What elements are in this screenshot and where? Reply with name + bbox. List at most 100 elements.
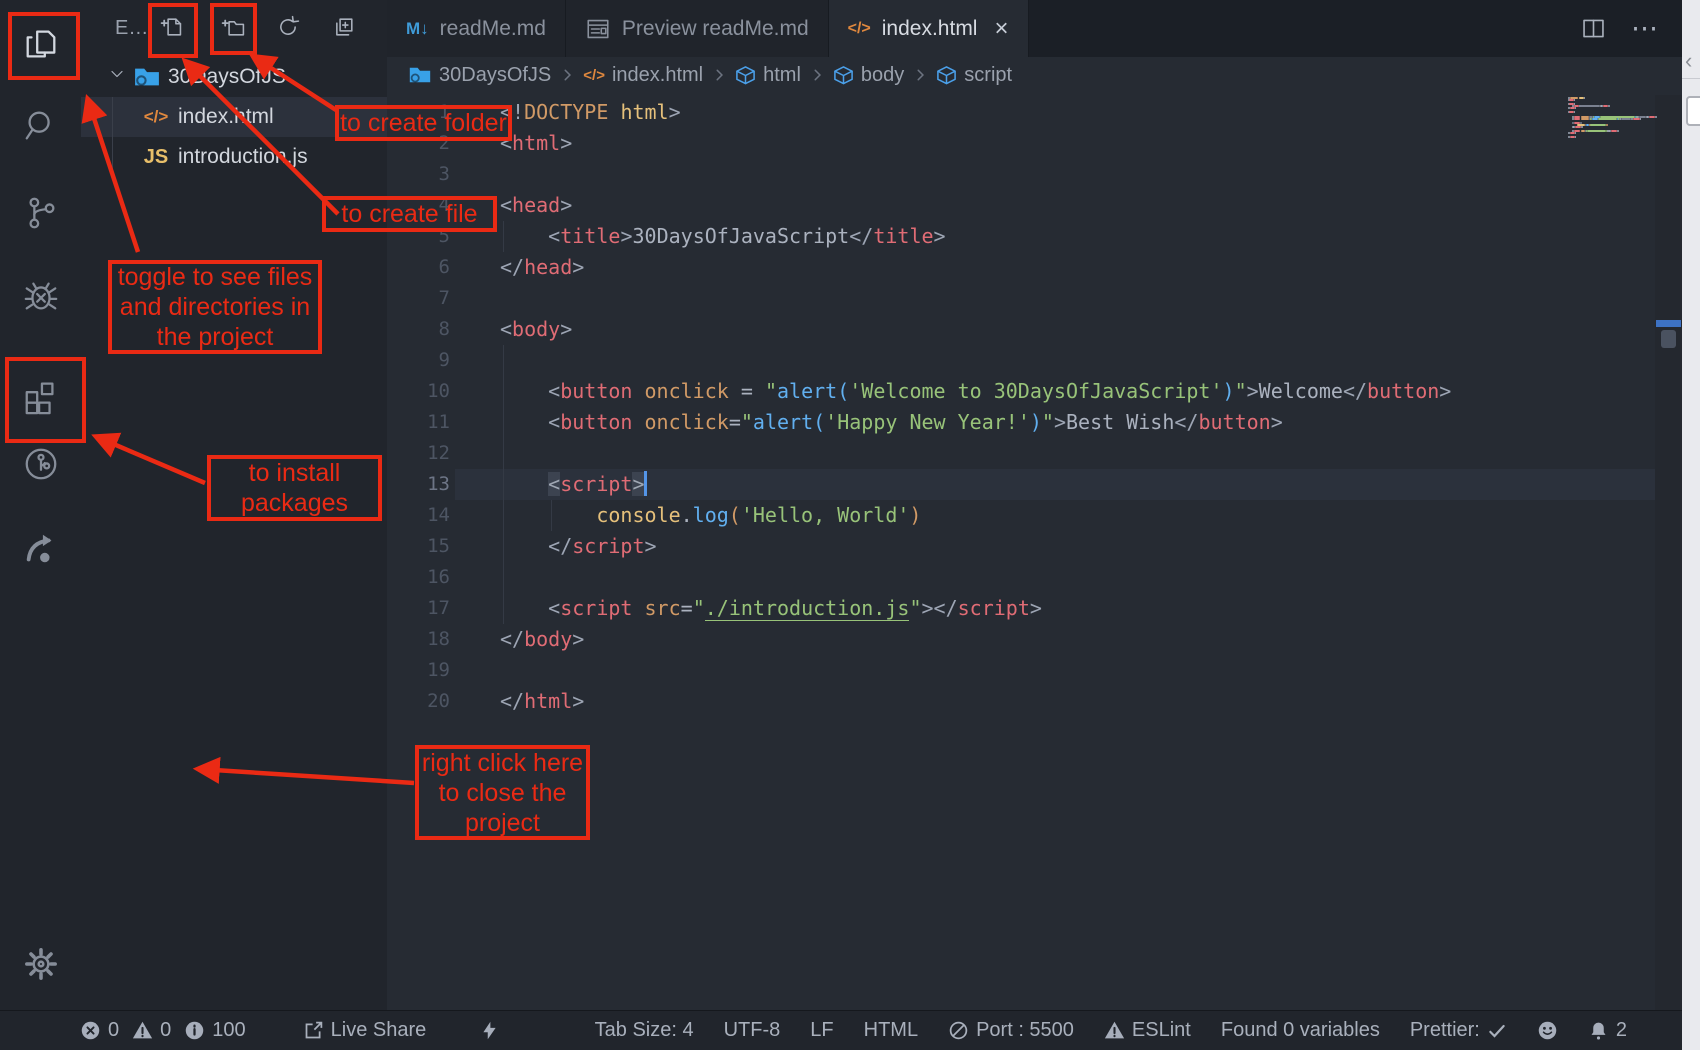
code-line-1[interactable]: 1<!DOCTYPE html> xyxy=(387,97,1682,128)
tree-item-label: introduction.js xyxy=(178,145,308,169)
code-line-8[interactable]: 8<body> xyxy=(387,314,1682,345)
activity-item-debug[interactable] xyxy=(0,263,81,333)
code-text: <head> xyxy=(500,190,572,221)
explorer-title: E… xyxy=(115,17,148,40)
code-line-5[interactable]: 5 <title>30DaysOfJavaScript</title> xyxy=(387,221,1682,252)
code-editor[interactable]: 1<!DOCTYPE html>2 <html>34<head>5 <title>… xyxy=(387,93,1682,1010)
code-line-16[interactable]: 16 xyxy=(387,562,1682,593)
breadcrumb-label: html xyxy=(763,64,801,87)
code-line-2[interactable]: 2 <html> xyxy=(387,128,1682,159)
status-item-smiley[interactable] xyxy=(1537,1020,1558,1041)
minimap-line xyxy=(1655,116,1657,118)
line-number: 13 xyxy=(387,469,450,500)
split-editor-icon[interactable] xyxy=(1580,15,1607,42)
minimap-line xyxy=(1574,111,1576,113)
chevron-down-icon xyxy=(107,64,127,90)
tab-index.html[interactable]: </>index.html× xyxy=(829,0,1029,57)
tree-item-index.html[interactable]: </>index.html xyxy=(81,97,387,137)
tab-bar-spacer xyxy=(1029,0,1581,57)
code-line-4[interactable]: 4<head> xyxy=(387,190,1682,221)
status-item-label: HTML xyxy=(864,1019,918,1042)
status-item-label: Prettier: xyxy=(1410,1019,1480,1042)
smiley-icon xyxy=(1537,1020,1558,1041)
status-item-lf[interactable]: LF xyxy=(810,1019,833,1042)
code-line-6[interactable]: 6</head> xyxy=(387,252,1682,283)
status-item-100[interactable]: 100 xyxy=(184,1019,245,1042)
status-item-lightning[interactable] xyxy=(479,1020,500,1041)
breadcrumb-separator xyxy=(712,68,726,82)
code-line-10[interactable]: 10 <button onclick = "alert('Welcome to … xyxy=(387,376,1682,407)
check-icon xyxy=(1487,1021,1507,1041)
line-number: 2 xyxy=(387,128,450,159)
code-line-17[interactable]: 17 <script src="./introduction.js"></scr… xyxy=(387,593,1682,624)
code-line-18[interactable]: 18</body> xyxy=(387,624,1682,655)
status-item-0[interactable]: 0 xyxy=(132,1019,171,1042)
breadcrumb-item-body[interactable]: body xyxy=(833,64,904,87)
code-line-20[interactable]: 20 </html> xyxy=(387,686,1682,717)
breadcrumb-item-script[interactable]: script xyxy=(936,64,1012,87)
line-number: 11 xyxy=(387,407,450,438)
activity-item-source-control[interactable] xyxy=(0,180,81,250)
activity-item-search[interactable] xyxy=(0,93,81,163)
activity-item-files[interactable] xyxy=(0,11,81,81)
status-item-live-share[interactable]: Live Share xyxy=(303,1019,427,1042)
activity-item-settings[interactable] xyxy=(0,931,81,1001)
debug-icon xyxy=(22,277,60,320)
refresh-button[interactable] xyxy=(266,7,310,51)
tab-readMe.md[interactable]: M↓readMe.md xyxy=(387,0,566,57)
activity-item-extensions[interactable] xyxy=(0,363,81,433)
tab-label: readMe.md xyxy=(440,17,546,41)
tree-indent-guide xyxy=(112,97,113,177)
new-folder-button[interactable] xyxy=(211,7,255,51)
code-line-15[interactable]: 15 </script> xyxy=(387,531,1682,562)
status-item-found-0-variables[interactable]: Found 0 variables xyxy=(1221,1019,1380,1042)
activity-item-sync-circle[interactable] xyxy=(0,431,81,501)
status-item-html[interactable]: HTML xyxy=(864,1019,918,1042)
code-line-19[interactable]: 19 xyxy=(387,655,1682,686)
tree-item-label: index.html xyxy=(178,105,274,129)
line-number: 14 xyxy=(387,500,450,531)
code-line-7[interactable]: 7 xyxy=(387,283,1682,314)
new-file-button[interactable] xyxy=(150,7,194,51)
line-number: 20 xyxy=(387,686,450,717)
code-text: </html> xyxy=(500,686,584,717)
minimap-line xyxy=(1584,97,1586,99)
breadcrumb-item-index.html[interactable]: </>index.html xyxy=(583,64,703,87)
code-text: <!DOCTYPE html> xyxy=(500,97,681,128)
status-item-port-5500[interactable]: Port : 5500 xyxy=(948,1019,1074,1042)
status-item-prettier-[interactable]: Prettier: xyxy=(1410,1019,1507,1042)
minimap[interactable] xyxy=(1568,97,1654,157)
status-item-utf-8[interactable]: UTF-8 xyxy=(724,1019,781,1042)
breadcrumb-label: body xyxy=(861,64,904,87)
tree-root-folder[interactable]: 30DaysOfJS xyxy=(81,57,387,97)
code-text: </head> xyxy=(500,252,584,283)
tab-Preview readMe.md[interactable]: Preview readMe.md xyxy=(566,0,829,57)
status-item-2[interactable]: 2 xyxy=(1588,1019,1627,1042)
status-item-tab-size-4[interactable]: Tab Size: 4 xyxy=(595,1019,694,1042)
more-actions-icon[interactable]: ⋯ xyxy=(1631,15,1660,42)
tab-label: Preview readMe.md xyxy=(622,17,809,41)
breadcrumb-item-html[interactable]: html xyxy=(735,64,801,87)
collapse-all-button[interactable] xyxy=(322,7,366,51)
status-item-label: Tab Size: 4 xyxy=(595,1019,694,1042)
sync-circle-icon xyxy=(22,445,60,488)
activity-item-share[interactable] xyxy=(0,516,81,586)
code-line-11[interactable]: 11 <button onclick="alert('Happy New Yea… xyxy=(387,407,1682,438)
breadcrumb-item-30DaysOfJS[interactable]: 30DaysOfJS xyxy=(408,63,551,87)
line-number: 9 xyxy=(387,345,450,376)
scrollbar-thumb[interactable] xyxy=(1661,330,1676,348)
code-text: <title>30DaysOfJavaScript</title> xyxy=(500,221,946,252)
status-item-0[interactable]: 0 xyxy=(80,1019,119,1042)
code-text: <html> xyxy=(500,128,572,159)
code-line-9[interactable]: 9 xyxy=(387,345,1682,376)
code-line-3[interactable]: 3 xyxy=(387,159,1682,190)
close-icon[interactable]: × xyxy=(988,15,1008,43)
strip-button[interactable] xyxy=(1686,96,1700,126)
code-line-12[interactable]: 12 xyxy=(387,438,1682,469)
editor-scrollbar-track[interactable] xyxy=(1655,95,1682,1010)
tree-item-introduction.js[interactable]: JSintroduction.js xyxy=(81,137,387,177)
code-line-14[interactable]: 14 console.log('Hello, World') xyxy=(387,500,1682,531)
status-item-eslint[interactable]: ESLint xyxy=(1104,1019,1191,1042)
chevron-left-icon[interactable]: ‹ xyxy=(1685,48,1692,74)
code-line-13[interactable]: 13 <script> xyxy=(387,469,1682,500)
